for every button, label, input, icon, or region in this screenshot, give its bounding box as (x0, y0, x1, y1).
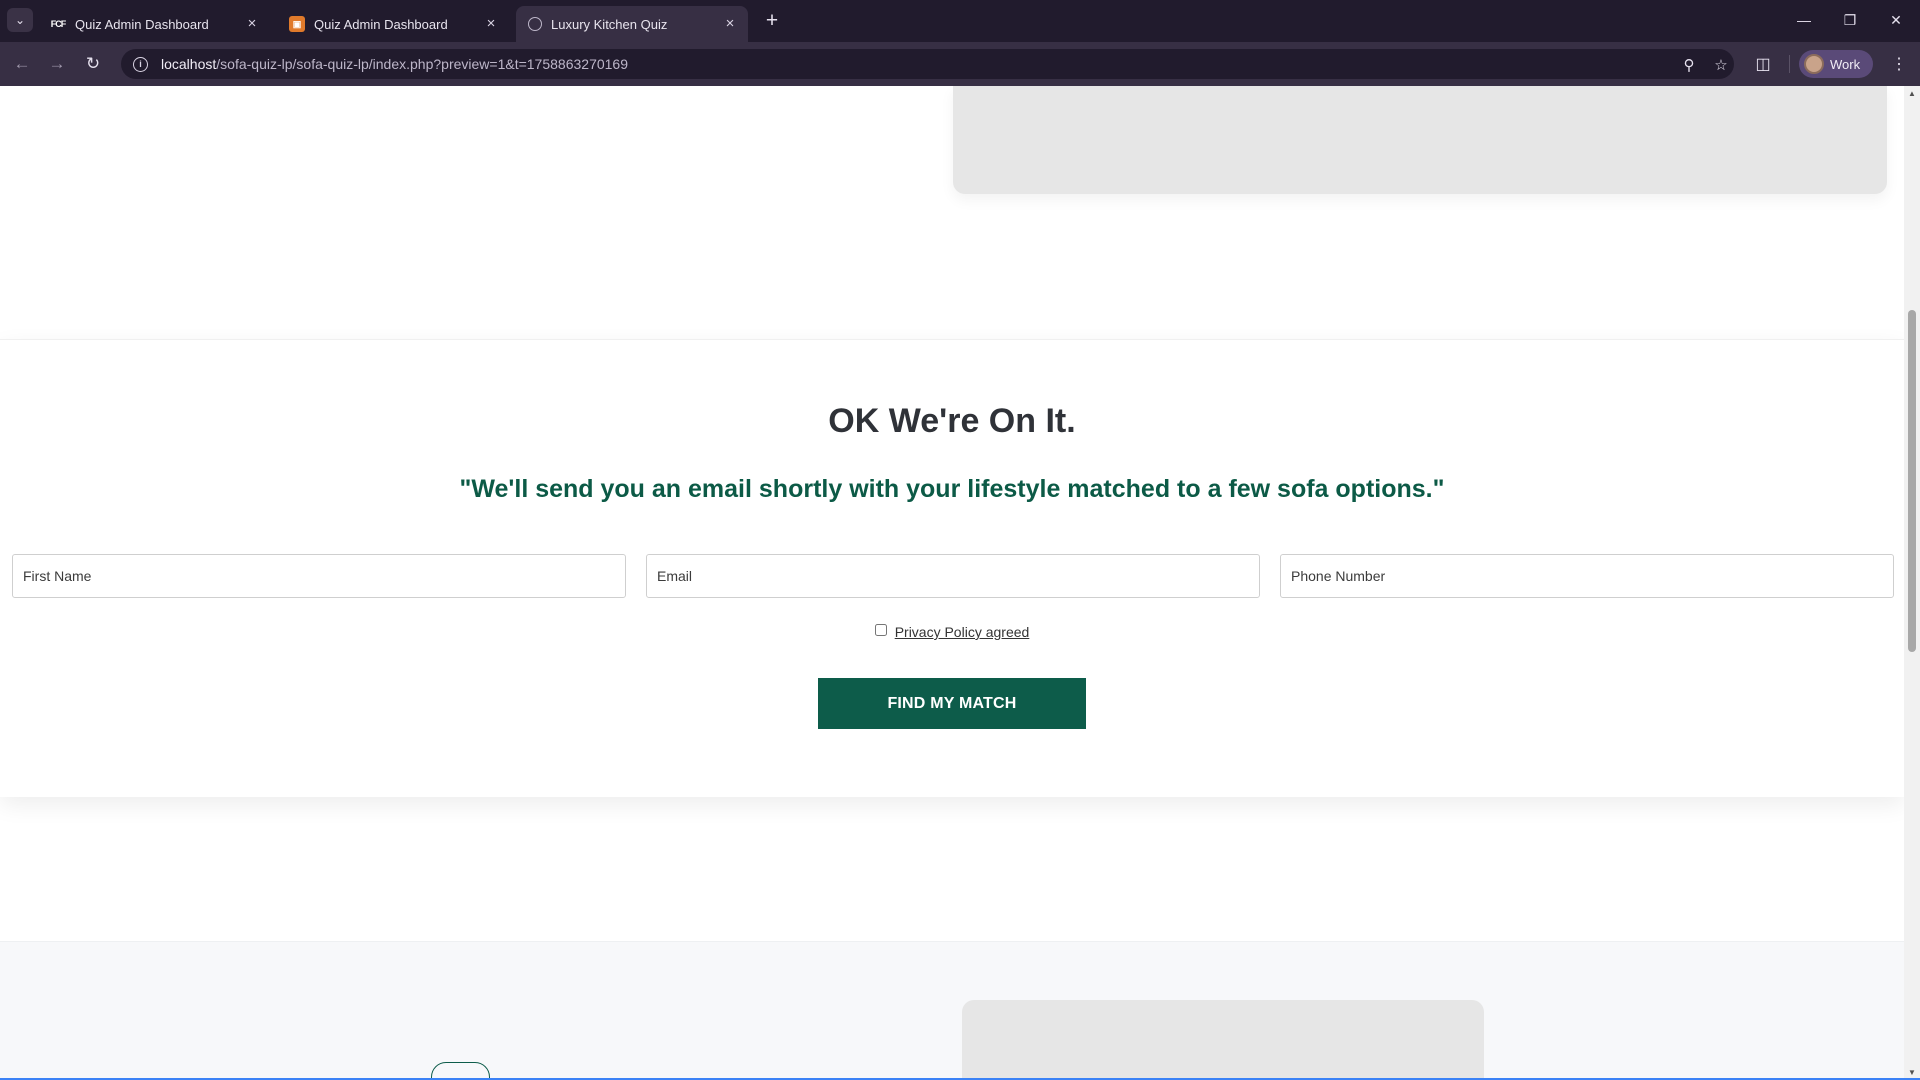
phone-field[interactable] (1280, 554, 1894, 598)
reload-icon[interactable]: ↻ (80, 51, 106, 77)
restore-icon[interactable]: ❐ (1828, 6, 1872, 34)
new-tab-button[interactable]: + (758, 8, 786, 34)
image-placeholder (962, 1000, 1484, 1078)
scrollbar-thumb[interactable] (1908, 310, 1916, 652)
page-scrollbar[interactable]: ▲ ▼ (1904, 86, 1920, 1080)
bookmark-star-icon[interactable]: ☆ (1711, 55, 1731, 75)
close-tab-icon[interactable]: × (722, 16, 738, 32)
tab-title: Luxury Kitchen Quiz (551, 16, 668, 32)
globe-icon (528, 17, 542, 31)
orange-app-icon: ▣ (289, 16, 305, 32)
close-tab-icon[interactable]: × (483, 16, 499, 32)
image-placeholder (953, 86, 1887, 194)
confirmation-subtitle: "We'll send you an email shortly with yo… (459, 475, 1445, 503)
email-field[interactable] (646, 554, 1260, 598)
tab-quiz-admin-1[interactable]: FCF Quiz Admin Dashboard × (38, 6, 270, 42)
extensions-icon[interactable]: ◫ (1751, 52, 1775, 76)
next-section (0, 941, 1904, 1078)
toolbar-divider (1789, 55, 1790, 73)
tab-quiz-admin-2[interactable]: ▣ Quiz Admin Dashboard × (277, 6, 509, 42)
zoom-icon[interactable]: ⚲ (1679, 55, 1699, 75)
close-window-icon[interactable]: ✕ (1874, 6, 1918, 34)
url-text[interactable]: localhost/sofa-quiz-lp/sofa-quiz-lp/inde… (161, 56, 628, 72)
tab-strip: ⌄ FCF Quiz Admin Dashboard × ▣ Quiz Admi… (0, 0, 1920, 42)
back-arrow-icon[interactable]: ← (9, 51, 35, 77)
url-path: /sofa-quiz-lp/sofa-quiz-lp/index.php?pre… (216, 56, 628, 72)
forward-arrow-icon[interactable]: → (44, 51, 70, 77)
fcf-logo-icon: FCF (50, 19, 66, 29)
browser-toolbar: ← → ↻ i localhost/sofa-quiz-lp/sofa-quiz… (0, 42, 1920, 86)
site-info-icon[interactable]: i (133, 56, 148, 72)
page-title: OK We're On It. (828, 402, 1076, 440)
url-host: localhost (161, 56, 217, 72)
profile-label: Work (1830, 56, 1861, 72)
profile-button[interactable]: Work (1799, 50, 1873, 78)
close-tab-icon[interactable]: × (244, 16, 260, 32)
privacy-policy-link[interactable]: Privacy Policy agreed (895, 624, 1030, 640)
minimize-icon[interactable]: — (1782, 6, 1826, 34)
page-viewport: OK We're On It. "We'll send you an email… (0, 86, 1904, 1078)
tab-luxury-kitchen-quiz[interactable]: Luxury Kitchen Quiz × (516, 6, 748, 42)
privacy-consent: Privacy Policy agreed (0, 623, 1904, 640)
scroll-up-arrow-icon[interactable]: ▲ (1908, 89, 1916, 98)
scroll-down-arrow-icon[interactable]: ▼ (1908, 1068, 1916, 1077)
address-bar[interactable]: i localhost/sofa-quiz-lp/sofa-quiz-lp/in… (121, 49, 1734, 79)
tab-title: Quiz Admin Dashboard (75, 16, 209, 32)
avatar (1804, 54, 1824, 74)
tab-search-dropdown-icon[interactable]: ⌄ (7, 8, 33, 32)
first-name-field[interactable] (12, 554, 626, 598)
privacy-checkbox[interactable] (874, 623, 887, 636)
find-my-match-button[interactable]: FIND MY MATCH (818, 678, 1086, 729)
more-menu-icon[interactable]: ⋮ (1887, 52, 1911, 76)
pill-button[interactable] (431, 1062, 490, 1078)
tab-title: Quiz Admin Dashboard (314, 16, 448, 32)
lead-form-section: OK We're On It. "We'll send you an email… (0, 339, 1904, 797)
